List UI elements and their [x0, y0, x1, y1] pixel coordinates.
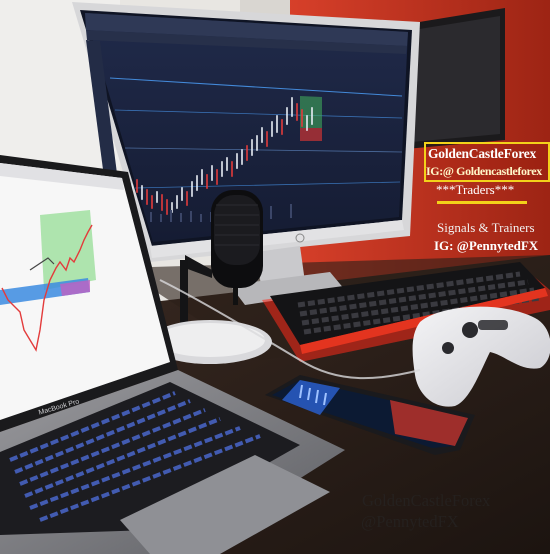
signals-label: Signals & Trainers — [437, 220, 535, 235]
brand-name: GoldenCastleForex — [428, 146, 537, 161]
watermark-line-1: GoldenCastleForex — [362, 491, 491, 510]
desk-photo — [0, 0, 550, 554]
watermark-line-2: @PennytedFX — [361, 512, 459, 531]
brand-instagram-handle: IG:@ Goldencastleforex — [426, 164, 542, 178]
traders-label: ***Traders*** — [436, 182, 515, 197]
signals-instagram-handle: IG: @PennytedFX — [434, 238, 539, 253]
traders-underline — [437, 201, 527, 204]
